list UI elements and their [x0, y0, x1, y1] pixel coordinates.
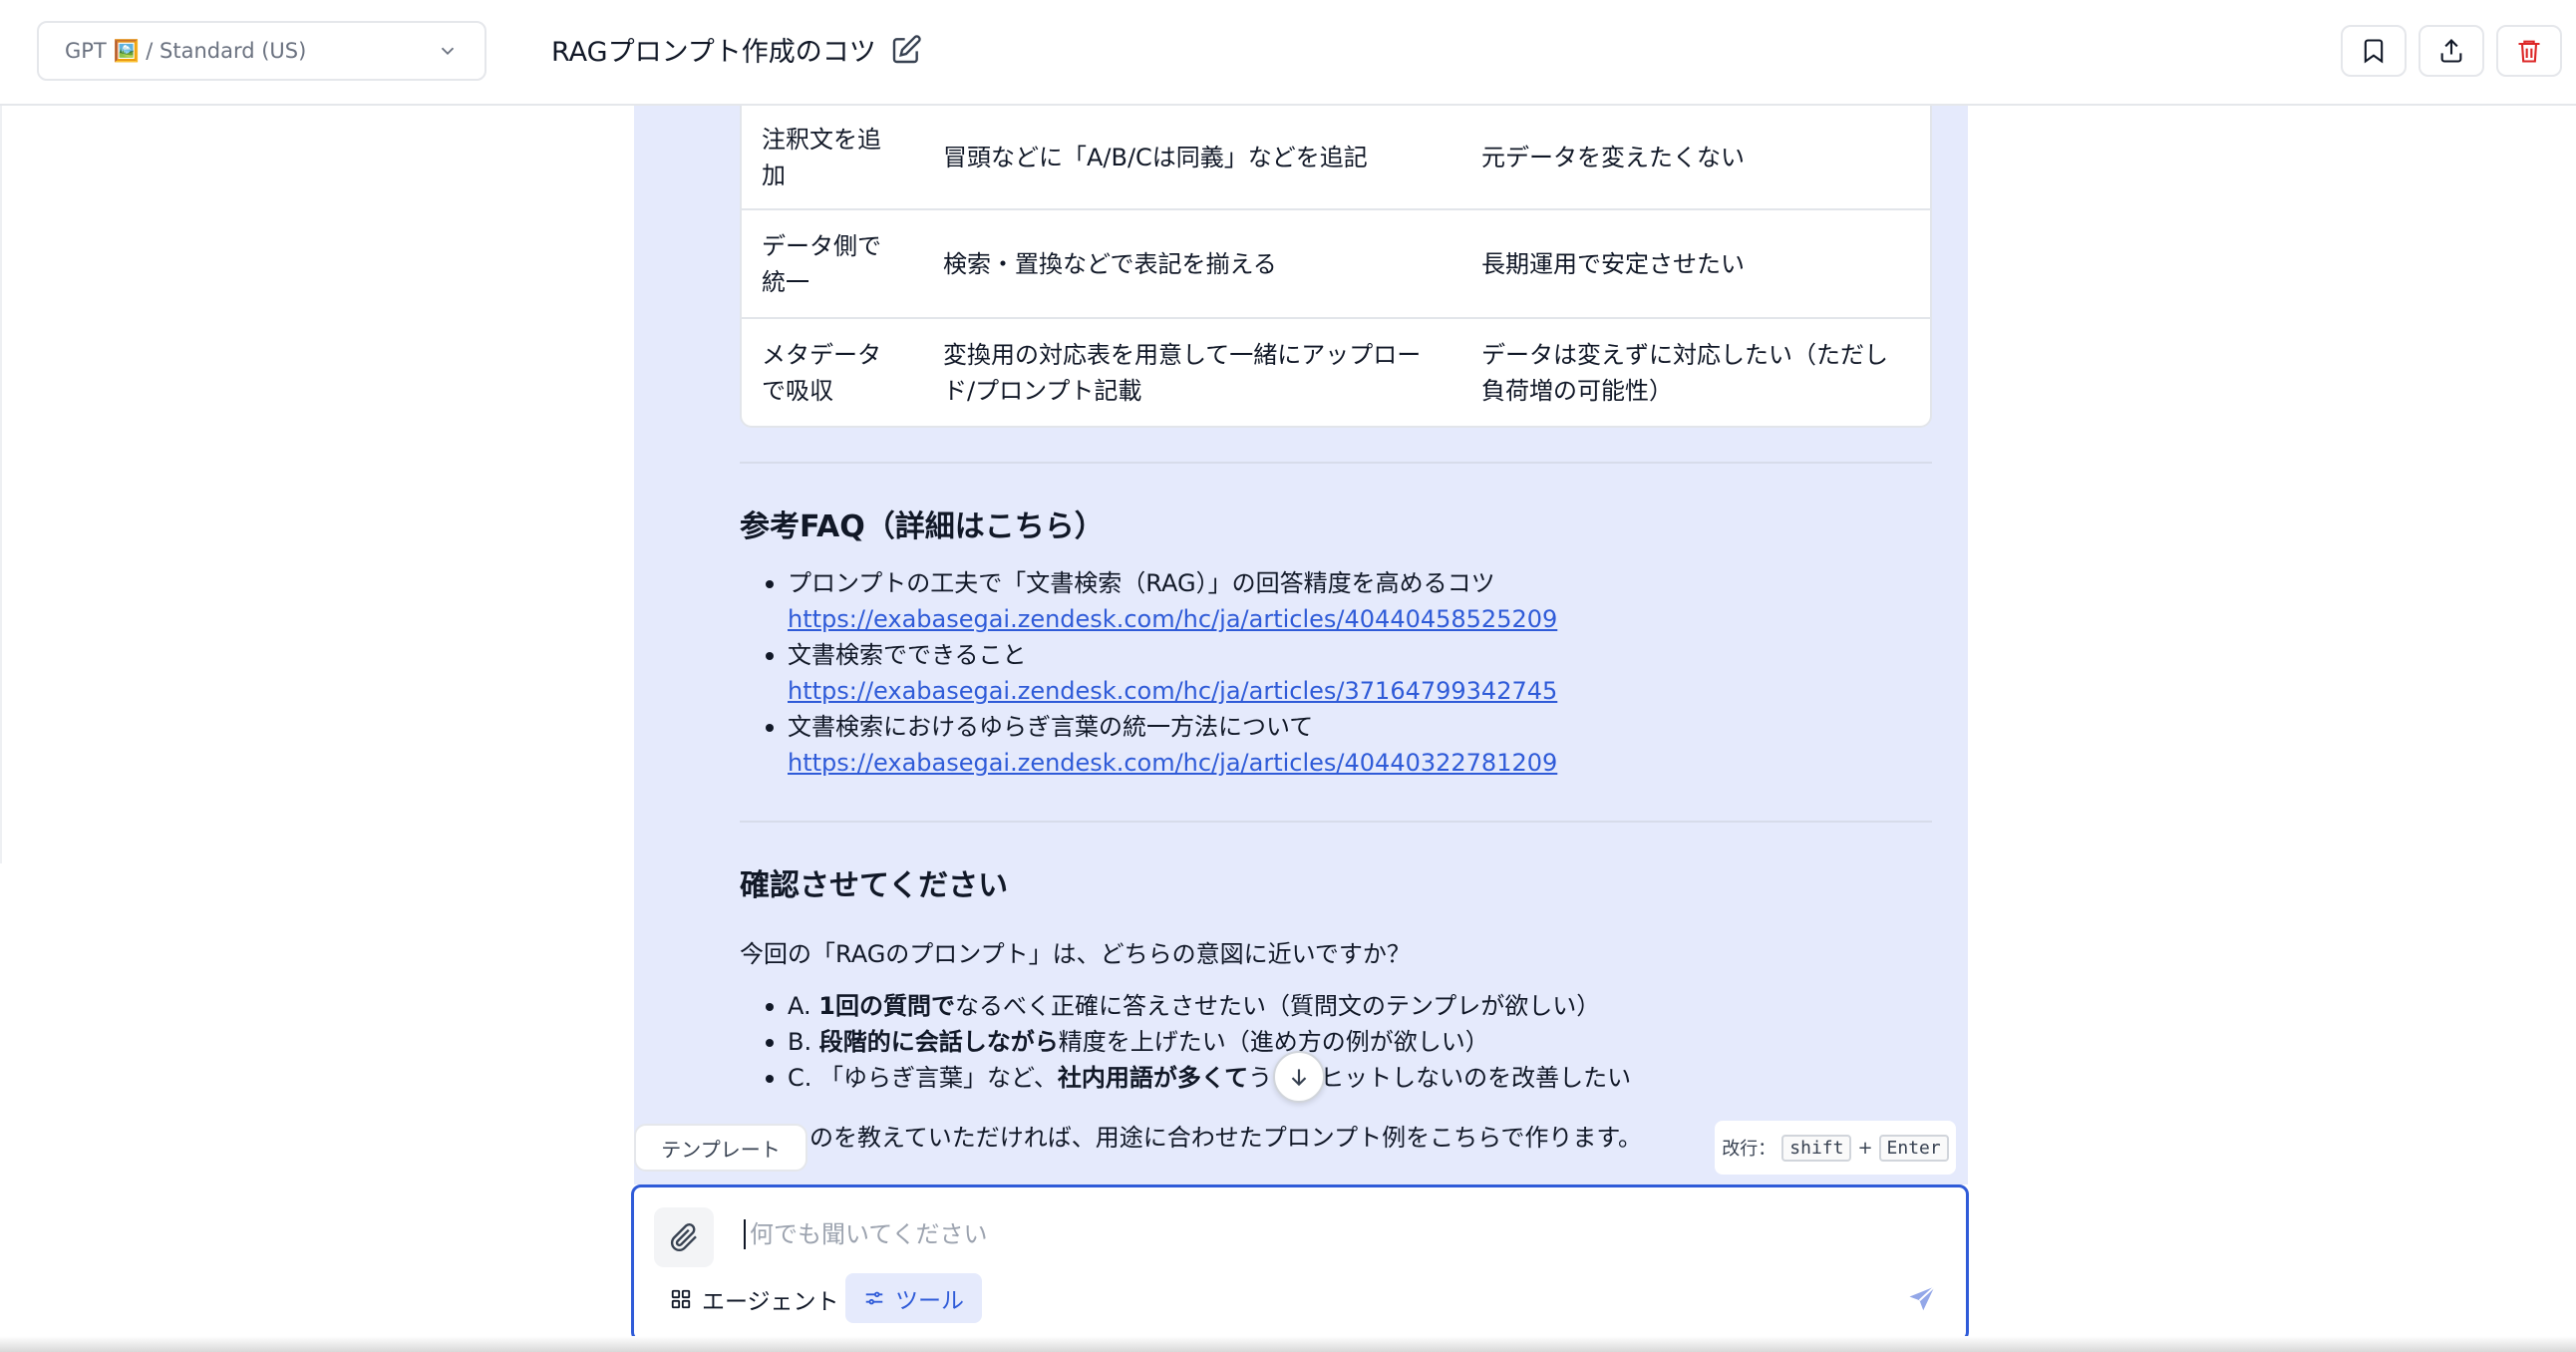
faq-list: プロンプトの工夫で「文書検索（RAG）」の回答精度を高めるコツ https://… — [740, 565, 1932, 781]
table-cell: 長期運用で安定させたい — [1461, 208, 1930, 317]
sliders-icon — [865, 1291, 883, 1305]
option-prefix: C. 「ゆらぎ言葉」など、 — [788, 1064, 1058, 1092]
newline-hint: 改行： shift + Enter — [1715, 1121, 1956, 1175]
confirm-question: 今回の「RAGのプロンプト」は、どちらの意図に近いですか？ — [740, 940, 1411, 968]
option-bold: 社内用語が多くて — [1057, 1064, 1249, 1092]
delete-button[interactable] — [2496, 25, 2562, 77]
shift-key: shift — [1781, 1134, 1852, 1162]
option-bold: 段階的に会話しながら — [818, 1028, 1059, 1056]
scroll-to-bottom-button[interactable] — [1273, 1051, 1325, 1103]
list-item: B. 段階的に会話しながら精度を上げたい（進め方の例が欲しい） — [766, 1024, 1932, 1060]
option-prefix: B. — [788, 1028, 819, 1056]
top-header: GPT 🖼️ / Standard (US) RAGプロンプト作成のコツ — [0, 0, 2576, 106]
arrow-down-icon — [1291, 1069, 1307, 1087]
list-item: A. 1回の質問でなるべく正確に答えさせたい（質問文のテンプレが欲しい） — [766, 988, 1932, 1024]
divider — [740, 821, 1932, 823]
attach-button[interactable] — [654, 1207, 714, 1267]
bookmark-icon — [2364, 39, 2384, 64]
paperclip-icon — [670, 1223, 697, 1251]
bottom-edge — [0, 1336, 2576, 1352]
sidebar-edge — [0, 106, 2, 863]
trash-icon — [2518, 40, 2540, 63]
list-item: 文書検索におけるゆらぎ言葉の統一方法について https://exabasega… — [766, 709, 1932, 781]
enter-key: Enter — [1878, 1134, 1949, 1162]
tool-label: ツール — [895, 1288, 964, 1314]
list-item: プロンプトの工夫で「文書検索（RAG）」の回答精度を高めるコツ https://… — [766, 565, 1932, 637]
assistant-message: 注釈文を追加 冒頭などに「A/B/Cは同義」などを追記 元データを変えたくない … — [634, 106, 1968, 1184]
table-cell: データ側で統一 — [742, 208, 923, 317]
chevron-down-icon — [441, 47, 455, 56]
agent-label: エージェント — [702, 1289, 839, 1315]
grid-icon — [671, 1289, 691, 1309]
message-input[interactable]: 何でも聞いてください — [744, 1219, 988, 1249]
upload-share-icon — [2440, 39, 2462, 63]
model-selector[interactable]: GPT 🖼️ / Standard (US) — [37, 21, 486, 81]
table-cell: 変換用の対応表を用意して一緒にアップロード/プロンプト記載 — [923, 317, 1461, 426]
bookmark-button[interactable] — [2341, 25, 2407, 77]
option-rest: 精度を上げたい（進め方の例が欲しい） — [1058, 1028, 1489, 1056]
tool-button[interactable]: ツール — [845, 1273, 982, 1323]
table-cell: 検索・置換などで表記を揃える — [923, 208, 1461, 317]
table-cell: 注釈文を追加 — [762, 125, 881, 189]
table-cell: メタデータで吸収 — [742, 317, 923, 426]
page-title: RAGプロンプト作成のコツ — [551, 37, 876, 68]
table-row: メタデータで吸収 変換用の対応表を用意して一緒にアップロード/プロンプト記載 デ… — [742, 317, 1930, 426]
message-content: 注釈文を追加 冒頭などに「A/B/Cは同義」などを追記 元データを変えたくない … — [740, 106, 1932, 1156]
faq-item-text: 文書検索におけるゆらぎ言葉の統一方法について — [788, 713, 1314, 741]
options-list: A. 1回の質問でなるべく正確に答えさせたい（質問文のテンプレが欲しい） B. … — [740, 988, 1932, 1096]
list-item: C. 「ゆらぎ言葉」など、社内用語が多くてうまくヒットしないのを改善したい — [766, 1060, 1932, 1096]
option-rest: なるべく正確に答えさせたい（質問文のテンプレが欲しい） — [954, 992, 1601, 1020]
send-button[interactable] — [1902, 1279, 1942, 1319]
plus-sign: + — [1857, 1137, 1873, 1159]
agent-button[interactable]: エージェント — [664, 1275, 845, 1323]
table-row: データ側で統一 検索・置換などで表記を揃える 長期運用で安定させたい — [742, 208, 1930, 317]
composer: 何でも聞いてください エージェント ツール — [631, 1184, 1969, 1342]
template-button[interactable]: テンプレート — [634, 1124, 807, 1172]
faq-item-text: 文書検索でできること — [788, 641, 1027, 669]
send-icon — [1909, 1285, 1936, 1311]
share-button[interactable] — [2418, 25, 2484, 77]
chat-title-area: RAGプロンプト作成のコツ — [551, 30, 922, 69]
confirm-heading: 確認させてください — [740, 868, 1009, 903]
newline-hint-label: 改行： — [1722, 1139, 1776, 1160]
comparison-table: 注釈文を追加 冒頭などに「A/B/Cは同義」などを追記 元データを変えたくない … — [740, 106, 1932, 428]
model-selector-label: GPT 🖼️ / Standard (US) — [65, 38, 307, 63]
table-cell: 元データを変えたくない — [1481, 143, 1745, 171]
faq-link[interactable]: https://exabasegai.zendesk.com/hc/ja/art… — [788, 605, 1557, 633]
list-item: 文書検索でできること https://exabasegai.zendesk.co… — [766, 637, 1932, 709]
faq-link[interactable]: https://exabasegai.zendesk.com/hc/ja/art… — [788, 749, 1557, 777]
table-row: 注釈文を追加 冒頭などに「A/B/Cは同義」などを追記 元データを変えたくない — [742, 106, 1930, 208]
option-prefix: A. — [788, 992, 819, 1020]
edit-title-icon[interactable] — [890, 34, 922, 66]
table-cell: 冒頭などに「A/B/Cは同義」などを追記 — [943, 143, 1368, 171]
faq-item-text: プロンプトの工夫で「文書検索（RAG）」の回答精度を高めるコツ — [788, 569, 1495, 597]
table-cell: データは変えずに対応したい（ただし負荷増の可能性） — [1461, 317, 1930, 426]
option-bold: 1回の質問で — [818, 992, 955, 1020]
faq-link[interactable]: https://exabasegai.zendesk.com/hc/ja/art… — [788, 677, 1557, 705]
faq-heading: 参考FAQ（詳細はこちら） — [740, 509, 1105, 544]
divider — [740, 462, 1932, 464]
